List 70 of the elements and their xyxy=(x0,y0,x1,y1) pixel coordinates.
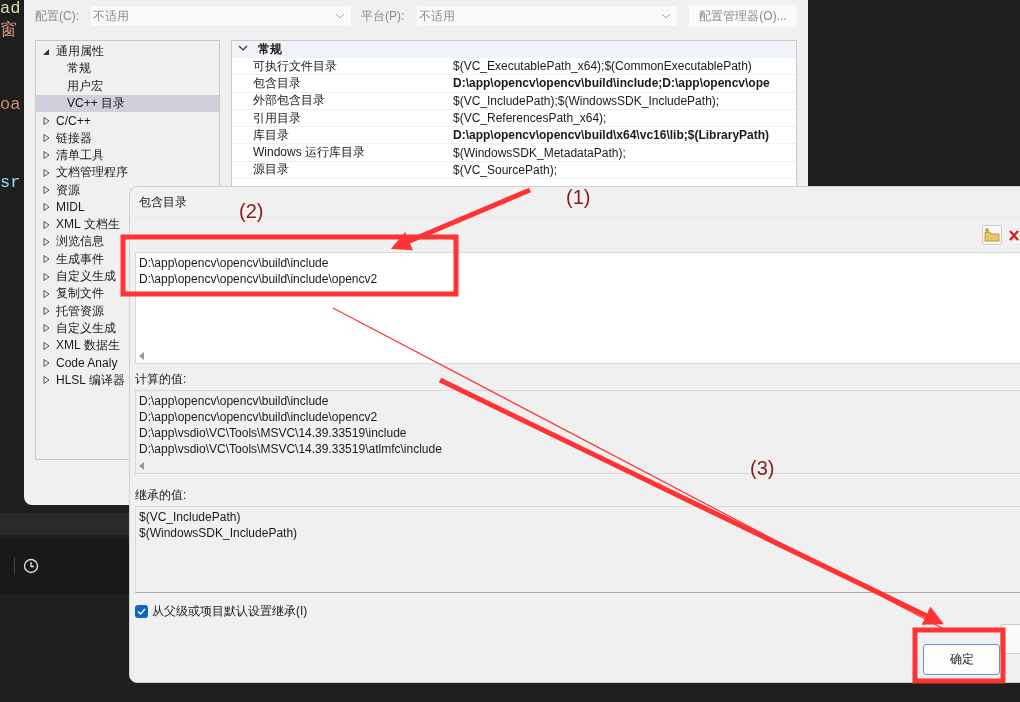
directory-entry: D:\app\opencv\opencv\build\include xyxy=(139,255,330,271)
code-text: ad xyxy=(0,0,22,18)
tree-item[interactable]: 链接器 xyxy=(36,129,94,147)
property-name: 库目录 xyxy=(252,126,290,144)
tree-item[interactable]: MIDL xyxy=(36,198,87,216)
property-value: $(VC_IncludePath);$(WindowsSDK_IncludePath); xyxy=(453,93,720,108)
code-text: oa xyxy=(0,96,22,114)
tree-item[interactable]: 自定义生成 xyxy=(36,267,118,286)
computed-value: D:\app\vsdio\VC\Tools\MSVC\14.39.33519\include xyxy=(139,425,408,441)
annotation-label: (1) xyxy=(566,186,591,208)
collapse-icon xyxy=(42,47,50,56)
property-name: 源目录 xyxy=(252,161,290,179)
tree-item[interactable]: 资源 xyxy=(36,181,82,199)
tree-item[interactable]: 通用属性 xyxy=(36,43,106,61)
tree-item[interactable]: XML 文档生 xyxy=(36,215,122,234)
tree-item[interactable]: 用户宏 xyxy=(36,77,105,95)
config-label: 配置(C): xyxy=(35,7,80,25)
platform-dropdown[interactable]: 不适用 xyxy=(417,6,677,26)
property-name: 引用目录 xyxy=(252,109,302,127)
tree-item[interactable]: 文档管理程序 xyxy=(36,164,130,182)
config-dropdown[interactable]: 不适用 xyxy=(91,6,351,26)
tree-item[interactable]: 托管资源 xyxy=(36,302,106,320)
caret-icon xyxy=(335,12,345,20)
platform-label: 平台(P): xyxy=(361,7,406,25)
property-value: $(VC_ExecutablePath_x64);$(CommonExecutablePath) xyxy=(453,59,752,74)
expand-icon xyxy=(42,359,50,367)
inherited-values-label: 继承的值: xyxy=(135,487,187,504)
tree-item[interactable]: 自定义生成 xyxy=(36,319,118,338)
tree-item[interactable]: 常规 xyxy=(36,60,93,78)
annotation-label: (2) xyxy=(239,200,264,222)
tree-item[interactable]: 复制文件 xyxy=(36,285,106,303)
property-value: D:\app\opencv\opencv\build\x64\vc16\lib;$(LibraryPath) xyxy=(453,128,770,143)
property-name: 包含目录 xyxy=(252,74,302,92)
property-name: 可执行文件目录 xyxy=(252,57,338,75)
computed-value: D:\app\opencv\opencv\build\include xyxy=(139,393,330,409)
property-value: $(VC_SourcePath); xyxy=(453,162,558,177)
property-value: $(WindowsSDK_MetadataPath); xyxy=(453,145,626,160)
tree-item[interactable]: XML 数据生 xyxy=(36,337,122,355)
ok-button[interactable]: 确定 xyxy=(923,644,1000,675)
expand-icon xyxy=(42,186,50,194)
tree-item[interactable]: Code Analy xyxy=(36,354,120,372)
inherited-value: $(WindowsSDK_IncludePath) xyxy=(139,525,299,541)
checkbox-label: 从父级或项目默认设置继承(I) xyxy=(152,602,308,620)
property-value: D:\app\opencv\opencv\build\include;D:\app\opencv\ope xyxy=(453,76,770,91)
computed-value: D:\app\opencv\opencv\build\include\opencv2 xyxy=(139,409,379,425)
property-name: Windows 运行库目录 xyxy=(252,144,366,162)
new-folder-icon xyxy=(982,225,1002,245)
section-header: 常规 xyxy=(258,41,282,58)
tree-item[interactable]: 生成事件 xyxy=(36,250,106,268)
tree-item[interactable]: 浏览信息 xyxy=(36,233,106,251)
annotation-label: (3) xyxy=(750,457,775,479)
scroll-left-icon xyxy=(139,462,144,470)
checkbox[interactable] xyxy=(135,604,148,618)
code-text: sr xyxy=(0,174,22,192)
computed-value: D:\app\vsdio\VC\Tools\MSVC\14.39.33519\atlmfc\include xyxy=(139,441,443,457)
clock-icon xyxy=(23,558,39,574)
property-value: $(VC_ReferencesPath_x64); xyxy=(453,111,607,126)
caret-icon xyxy=(661,12,671,20)
tree-item[interactable]: HLSL 编译器 xyxy=(36,371,127,389)
property-name: 外部包含目录 xyxy=(252,92,326,110)
inherited-value: $(VC_IncludePath) xyxy=(139,509,242,525)
scroll-left-icon xyxy=(139,352,144,360)
tree-item[interactable]: 清单工具 xyxy=(36,146,106,165)
config-manager-button[interactable]: 配置管理器(O)... xyxy=(689,5,797,27)
computed-values-label: 计算的值: xyxy=(135,371,187,388)
dialog-title: 包含目录 xyxy=(139,193,187,211)
directory-entry: D:\app\opencv\opencv\build\include\opencv2 xyxy=(139,271,379,287)
tree-item[interactable]: C/C++ xyxy=(36,112,93,130)
code-text: 窗 xyxy=(0,22,18,40)
tree-item[interactable]: VC++ 目录 xyxy=(36,94,219,113)
